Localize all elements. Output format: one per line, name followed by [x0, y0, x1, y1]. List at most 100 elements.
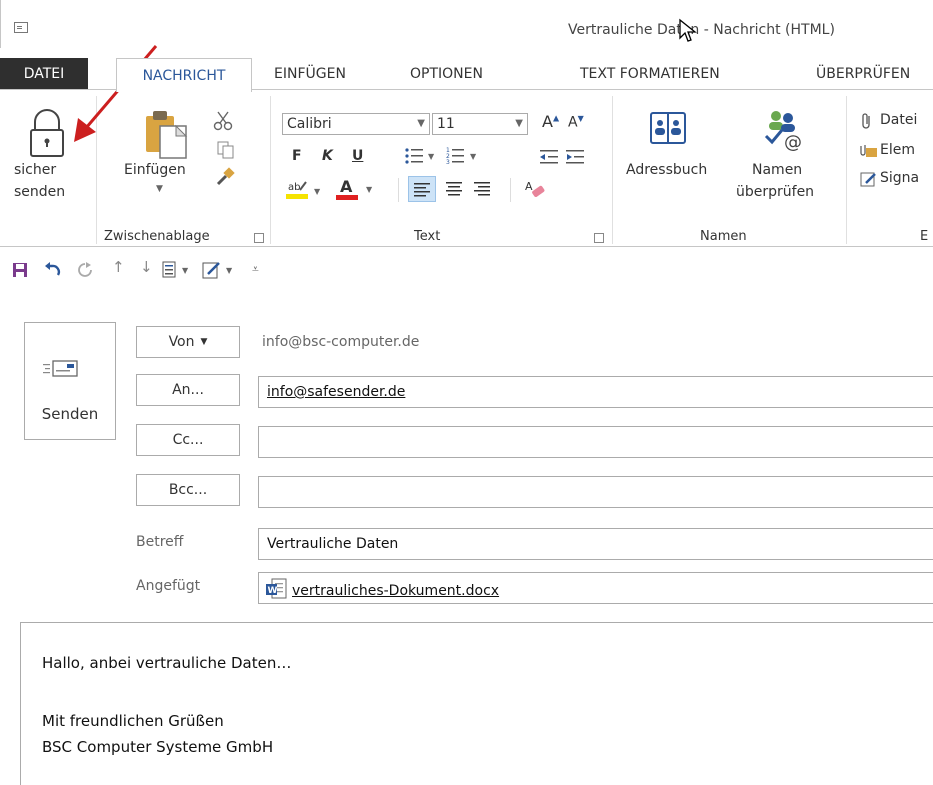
signature-label: Signa: [880, 170, 920, 186]
tab-message[interactable]: NACHRICHT: [116, 58, 252, 92]
send-envelope-icon: [43, 360, 78, 377]
clipboard-dialog-launcher-icon[interactable]: [254, 233, 264, 243]
attach-file-button[interactable]: Datei: [858, 110, 933, 132]
message-body[interactable]: [20, 622, 933, 785]
send-label: Senden: [41, 405, 99, 423]
attached-label: Angefügt: [136, 578, 201, 594]
body-closing: Mit freundlichen Grüßen: [42, 712, 224, 730]
address-book-button[interactable]: Adressbuch: [622, 104, 708, 184]
format-painter-icon[interactable]: [214, 166, 236, 188]
attach-item-button[interactable]: Elem: [858, 140, 933, 162]
format-icon[interactable]: ▼: [162, 261, 196, 279]
svg-text:▼: ▼: [366, 185, 373, 194]
font-name-combo[interactable]: Calibri ▼: [282, 113, 430, 135]
decrease-indent-icon[interactable]: [540, 148, 560, 166]
tab-format-text[interactable]: TEXT FORMATIEREN: [580, 58, 720, 90]
customize-toolbar-icon[interactable]: ⩡: [252, 262, 259, 277]
group-divider: [270, 96, 271, 244]
body-greeting: Hallo, anbei vertrauliche Daten…: [42, 654, 292, 672]
secure-send-label-line2: senden: [14, 184, 66, 200]
chevron-down-icon: ▼: [515, 118, 523, 129]
annotation-arrow: [74, 45, 158, 142]
copy-icon[interactable]: [216, 140, 236, 160]
text-dialog-launcher-icon[interactable]: [594, 233, 604, 243]
increase-indent-icon[interactable]: [566, 148, 586, 166]
svg-text:▼: ▼: [428, 152, 435, 161]
names-group-label: Namen: [700, 229, 747, 244]
check-names-label-line2: überprüfen: [736, 184, 815, 200]
previous-item-icon[interactable]: ↑: [112, 258, 125, 276]
attach-item-icon: [860, 145, 877, 157]
text-group-label: Text: [414, 229, 441, 244]
subject-label: Betreff: [136, 534, 184, 550]
bcc-button[interactable]: Bcc...: [136, 474, 240, 506]
undo-icon[interactable]: [44, 262, 62, 278]
send-button[interactable]: Senden: [24, 322, 116, 440]
chevron-down-icon: ▼: [417, 118, 425, 129]
align-center-icon[interactable]: [444, 180, 466, 200]
group-divider: [612, 96, 613, 244]
tab-insert[interactable]: EINFÜGEN: [274, 58, 346, 90]
attach-item-label: Elem: [880, 142, 915, 158]
from-button[interactable]: Von ▼: [136, 326, 240, 358]
svg-text:▼: ▼: [226, 266, 233, 275]
signature-icon: [860, 172, 876, 187]
attachment-link[interactable]: vertrauliches-Dokument.docx: [292, 583, 499, 599]
font-size-combo[interactable]: 11 ▼: [432, 113, 528, 135]
svg-text:▼: ▼: [314, 187, 321, 196]
message-window-icon[interactable]: [14, 22, 28, 33]
redo-icon[interactable]: [76, 262, 94, 278]
font-color-icon[interactable]: A ▼: [336, 176, 380, 202]
highlight-color-icon[interactable]: ab ▼: [286, 178, 326, 202]
grow-font-icon[interactable]: A▲: [542, 112, 559, 131]
to-recipient[interactable]: info@safesender.de: [267, 384, 405, 400]
svg-text:▼: ▼: [470, 152, 477, 161]
cc-field[interactable]: [258, 426, 933, 458]
cc-button[interactable]: Cc...: [136, 424, 240, 456]
paste-dropdown-arrow[interactable]: ▼: [156, 184, 163, 194]
cut-icon[interactable]: [212, 110, 234, 132]
divider: [398, 178, 399, 202]
tab-options[interactable]: OPTIONEN: [410, 58, 483, 90]
body-company: BSC Computer Systeme GmbH: [42, 738, 274, 756]
svg-text:@: @: [784, 132, 802, 152]
edit-format-icon[interactable]: ▼: [202, 260, 242, 280]
check-names-label-line1: Namen: [752, 162, 803, 178]
clipboard-group-label: Zwischenablage: [104, 229, 210, 244]
shrink-font-icon[interactable]: A▼: [568, 114, 584, 131]
font-name-value: Calibri: [287, 116, 332, 132]
address-book-label: Adressbuch: [626, 162, 708, 178]
svg-text:▼: ▼: [182, 266, 189, 275]
align-right-icon[interactable]: [472, 180, 494, 200]
check-names-icon: @: [764, 111, 802, 152]
svg-text:ab: ab: [288, 182, 300, 193]
attach-file-label: Datei: [880, 112, 918, 128]
svg-text:W: W: [268, 586, 278, 596]
check-names-button[interactable]: @ Namen überprüfen: [724, 104, 840, 214]
to-field[interactable]: info@safesender.de: [258, 376, 933, 408]
next-item-icon[interactable]: ↓: [140, 258, 153, 276]
underline-button[interactable]: U: [352, 148, 363, 164]
subject-field[interactable]: Vertrauliche Daten: [258, 528, 933, 560]
from-label: Von: [168, 334, 195, 350]
italic-button[interactable]: K: [322, 148, 333, 164]
bcc-field[interactable]: [258, 476, 933, 508]
secure-send-label-line1: sicher: [14, 162, 57, 178]
tab-review[interactable]: ÜBERPRÜFEN: [816, 58, 910, 90]
signature-button[interactable]: Signa: [858, 168, 933, 190]
include-group-label: E: [920, 229, 929, 244]
from-address: info@bsc-computer.de: [262, 334, 420, 350]
paperclip-icon: [862, 113, 870, 129]
numbering-icon[interactable]: 1 2 3 ▼: [446, 146, 502, 166]
to-button[interactable]: An...: [136, 374, 240, 406]
bold-button[interactable]: F: [292, 148, 302, 164]
clear-formatting-icon[interactable]: A: [524, 178, 548, 200]
window-title: Vertrauliche Daten - Nachricht (HTML): [568, 22, 835, 38]
align-left-button[interactable]: [408, 176, 436, 202]
mouse-cursor-icon: [679, 18, 697, 42]
word-document-icon[interactable]: W: [266, 578, 288, 600]
subject-value: Vertrauliche Daten: [267, 536, 399, 552]
save-icon[interactable]: [12, 262, 28, 278]
svg-text:3: 3: [446, 159, 450, 166]
chevron-down-icon: ▼: [200, 337, 208, 347]
